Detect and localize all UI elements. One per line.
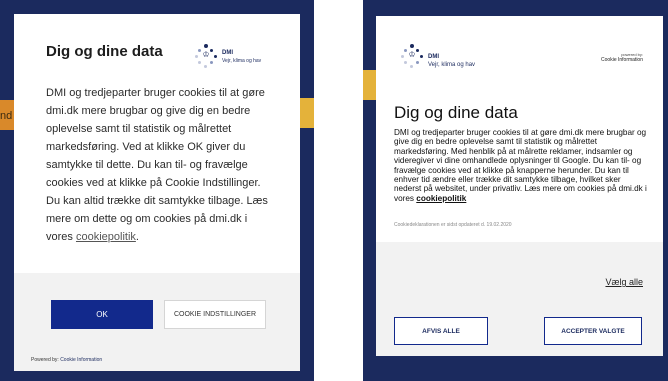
- left-backdrop-strip-right: [300, 98, 314, 128]
- powered-by-brand: Cookie Information: [601, 57, 643, 63]
- dmi-logo: ♔ DMI Vejr, klima og hav: [194, 44, 274, 74]
- cookie-information-link[interactable]: Cookie Information: [60, 357, 102, 363]
- logo-name: DMI: [222, 50, 233, 56]
- select-all-link[interactable]: Vælg alle: [605, 277, 643, 287]
- left-cookie-dialog: Dig og dine data ♔ DMI Vejr, klima og ha…: [14, 14, 300, 371]
- cookie-declaration-updated: Cookiedeklarationen er sidst opdateret d…: [394, 222, 512, 228]
- cookie-policy-link[interactable]: cookiepolitik: [76, 231, 136, 243]
- logo-name: DMI: [428, 54, 439, 60]
- logo-tagline: Vejr, klima og hav: [428, 62, 476, 68]
- cookie-settings-button[interactable]: COOKIE INDSTILLINGER: [164, 300, 266, 329]
- reject-all-button[interactable]: AFVIS ALLE: [394, 317, 488, 345]
- powered-by-badge: powered by: Cookie Information: [601, 52, 643, 63]
- accept-selected-button[interactable]: ACCEPTER VALGTE: [544, 317, 642, 345]
- dmi-logo: ♔ DMI Vejr, klima og hav: [400, 44, 490, 74]
- crown-icon: ♔: [202, 50, 210, 59]
- cookie-policy-link[interactable]: cookiepolitik: [416, 194, 466, 203]
- dialog-title: Dig og dine data: [46, 43, 163, 60]
- logo-tagline: Vejr, klima og hav: [222, 58, 262, 64]
- powered-by: Powered by: Cookie Information: [31, 357, 103, 363]
- dialog-body-text: DMI og tredjeparter bruger cookies til a…: [46, 87, 268, 243]
- dialog-footer: OK COOKIE INDSTILLINGER Powered by: Cook…: [14, 273, 300, 371]
- dialog-body-text: DMI og tredjeparter bruger cookies til a…: [394, 128, 647, 203]
- right-cookie-dialog: ♔ DMI Vejr, klima og hav powered by: Coo…: [376, 16, 663, 356]
- dialog-title: Dig og dine data: [394, 103, 518, 122]
- right-backdrop-strip: [363, 70, 376, 100]
- left-backdrop-text: nd: [0, 110, 13, 122]
- dialog-footer: Vælg alle AFVIS ALLE ACCEPTER VALGTE: [376, 242, 663, 356]
- ok-button[interactable]: OK: [51, 300, 153, 329]
- crown-icon: ♔: [408, 50, 416, 59]
